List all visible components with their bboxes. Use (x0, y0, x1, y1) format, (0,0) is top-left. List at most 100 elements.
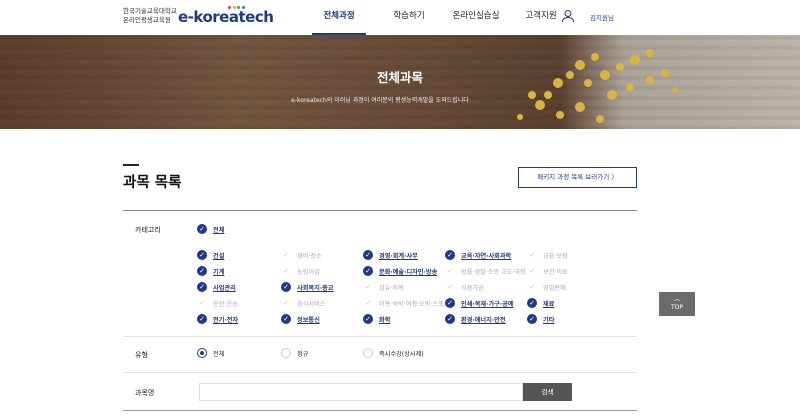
row-divider (123, 336, 637, 337)
check-icon: ✓ (445, 282, 455, 292)
category-checkbox[interactable]: ✓ 기계 (197, 266, 224, 276)
type-radio-regular[interactable]: 정규 (281, 348, 308, 358)
category-label: 사회복지·종교 (297, 284, 334, 292)
filter-panel: 카테고리 ✓ 전체 ✓ 건설 ✓ 경비·청소 ✓ 경영·회계·사무 ✓ 교육·자연·사회과학 ✓… (123, 210, 637, 411)
nav-item-learning[interactable]: 학습하기 (382, 0, 436, 35)
type-radio-all[interactable]: 전체 (197, 348, 224, 358)
scroll-top-button[interactable]: ︿ TOP (659, 292, 695, 316)
category-checkbox[interactable]: ✓ 음식서비스 (281, 298, 325, 308)
hero-banner: 전체과목 e-koreatech의 이러닝 과정이 여러분의 평생능력개발을 도… (0, 35, 800, 129)
search-button[interactable]: 검색 (523, 383, 572, 401)
nav-item-all-courses[interactable]: 전체과정 (312, 0, 366, 35)
chevron-up-icon: ︿ (673, 296, 680, 303)
category-all-label: 전체 (213, 226, 225, 234)
check-icon: ✓ (445, 314, 455, 324)
category-label: 건설 (213, 252, 225, 260)
category-label: 섬유·의복 (379, 284, 404, 292)
category-label: 환경·에너지·안전 (461, 316, 506, 324)
category-checkbox[interactable]: ✓ 문화·예술·디자인·방송 (363, 266, 437, 276)
category-label: 전기·전자 (213, 316, 239, 324)
category-label: 경비·청소 (297, 252, 322, 260)
check-icon: ✓ (363, 314, 373, 324)
category-label: 재료 (543, 300, 555, 308)
category-checkbox[interactable]: ✓ 운전·운송 (197, 298, 238, 308)
category-label: 화학 (379, 316, 391, 324)
nav-item-online-lab[interactable]: 온라인실습실 (446, 0, 506, 35)
category-checkbox[interactable]: ✓ 사업관리 (197, 282, 236, 292)
type-radio-instant-label: 즉시수강(상시제) (379, 350, 424, 358)
check-icon: ✓ (197, 314, 207, 324)
logo-dot (241, 6, 245, 9)
category-all-checkbox[interactable]: ✓ 전체 (197, 224, 224, 234)
check-icon: ✓ (527, 250, 537, 260)
user-name[interactable]: 김지원님 (590, 12, 614, 22)
category-label: 인쇄·목재·가구·공예 (461, 300, 514, 308)
check-icon: ✓ (281, 250, 291, 260)
category-checkbox[interactable]: ✓ 건설 (197, 250, 224, 260)
logo-english-text: e-koreatech (178, 8, 274, 26)
banner-title: 전체과목 (376, 70, 423, 85)
category-checkbox[interactable]: ✓ 금융·보험 (527, 250, 568, 260)
category-label: 음식서비스 (297, 300, 326, 308)
course-name-label: 과목명 (135, 389, 155, 397)
check-icon: ✓ (527, 314, 537, 324)
site-header: 한국기술교육대학교 온라인평생교육원 e-koreatech 전체과정 학습하기… (0, 0, 800, 35)
category-checkbox[interactable]: ✓ 경영·회계·사무 (363, 250, 418, 260)
check-icon: ✓ (363, 282, 373, 292)
category-checkbox[interactable]: ✓ 경비·청소 (281, 250, 322, 260)
category-checkbox[interactable]: ✓ 재료 (527, 298, 554, 308)
check-icon: ✓ (281, 282, 291, 292)
category-checkbox[interactable]: ✓ 보건·의료 (527, 266, 568, 276)
check-icon: ✓ (363, 298, 373, 308)
category-label: 금융·보험 (543, 252, 568, 260)
logo-dot (232, 6, 236, 9)
check-icon: ✓ (527, 298, 537, 308)
title-accent-bar (123, 164, 139, 166)
category-checkbox[interactable]: ✓ 섬유·의복 (363, 282, 404, 292)
logo-dot (237, 6, 240, 9)
radio-icon (281, 348, 291, 358)
category-label: 운전·운송 (213, 300, 238, 308)
package-list-button[interactable]: 패키지 과정 목록 보러가기 〉 (518, 167, 637, 188)
category-checkbox[interactable]: ✓ 영업판매 (527, 282, 566, 292)
category-label: 문화·예술·디자인·방송 (379, 268, 438, 276)
category-label: 이용·숙박·여행·오락·스포츠 (379, 300, 450, 308)
type-label: 유형 (135, 351, 148, 359)
category-checkbox[interactable]: ✓ 식품가공 (445, 282, 484, 292)
type-radio-all-label: 전체 (213, 350, 225, 358)
category-checkbox[interactable]: ✓ 환경·에너지·안전 (445, 314, 506, 324)
category-checkbox[interactable]: ✓ 화학 (363, 314, 390, 324)
category-checkbox[interactable]: ✓ 농림어업 (281, 266, 320, 276)
radio-icon (363, 348, 373, 358)
category-label: 교육·자연·사회과학 (461, 252, 512, 260)
category-checkbox[interactable]: ✓ 정보통신 (281, 314, 320, 324)
category-checkbox[interactable]: ✓ 기타 (527, 314, 554, 324)
check-icon: ✓ (197, 224, 207, 234)
check-icon: ✓ (527, 266, 537, 276)
logo-dot (228, 6, 231, 9)
check-icon: ✓ (281, 266, 291, 276)
check-icon: ✓ (281, 314, 291, 324)
user-icon[interactable] (561, 9, 575, 23)
check-icon: ✓ (197, 266, 207, 276)
type-radio-regular-label: 정규 (297, 350, 309, 358)
category-label: 영업판매 (543, 284, 566, 292)
category-checkbox[interactable]: ✓ 인쇄·목재·가구·공예 (445, 298, 514, 308)
logo-korean-text: 한국기술교육대학교 온라인평생교육원 (123, 7, 177, 24)
category-checkbox[interactable]: ✓ 이용·숙박·여행·오락·스포츠 (363, 298, 449, 308)
check-icon: ✓ (197, 282, 207, 292)
category-label: 법률·경찰·소방·교도·국방 (461, 268, 526, 276)
category-checkbox[interactable]: ✓ 사회복지·종교 (281, 282, 334, 292)
category-label: 정보통신 (297, 316, 320, 324)
check-icon: ✓ (197, 250, 207, 260)
type-radio-instant[interactable]: 즉시수강(상시제) (363, 348, 424, 358)
nav-item-support[interactable]: 고객지원 (521, 0, 561, 35)
category-checkbox[interactable]: ✓ 전기·전자 (197, 314, 238, 324)
course-name-input[interactable] (199, 383, 523, 401)
check-icon: ✓ (445, 250, 455, 260)
category-checkbox[interactable]: ✓ 교육·자연·사회과학 (445, 250, 511, 260)
row-divider (123, 372, 637, 373)
category-checkbox[interactable]: ✓ 법률·경찰·소방·교도·국방 (445, 266, 526, 276)
category-label: 기타 (543, 316, 555, 324)
main-nav: 전체과정 학습하기 온라인실습실 고객지원 (312, 0, 561, 35)
